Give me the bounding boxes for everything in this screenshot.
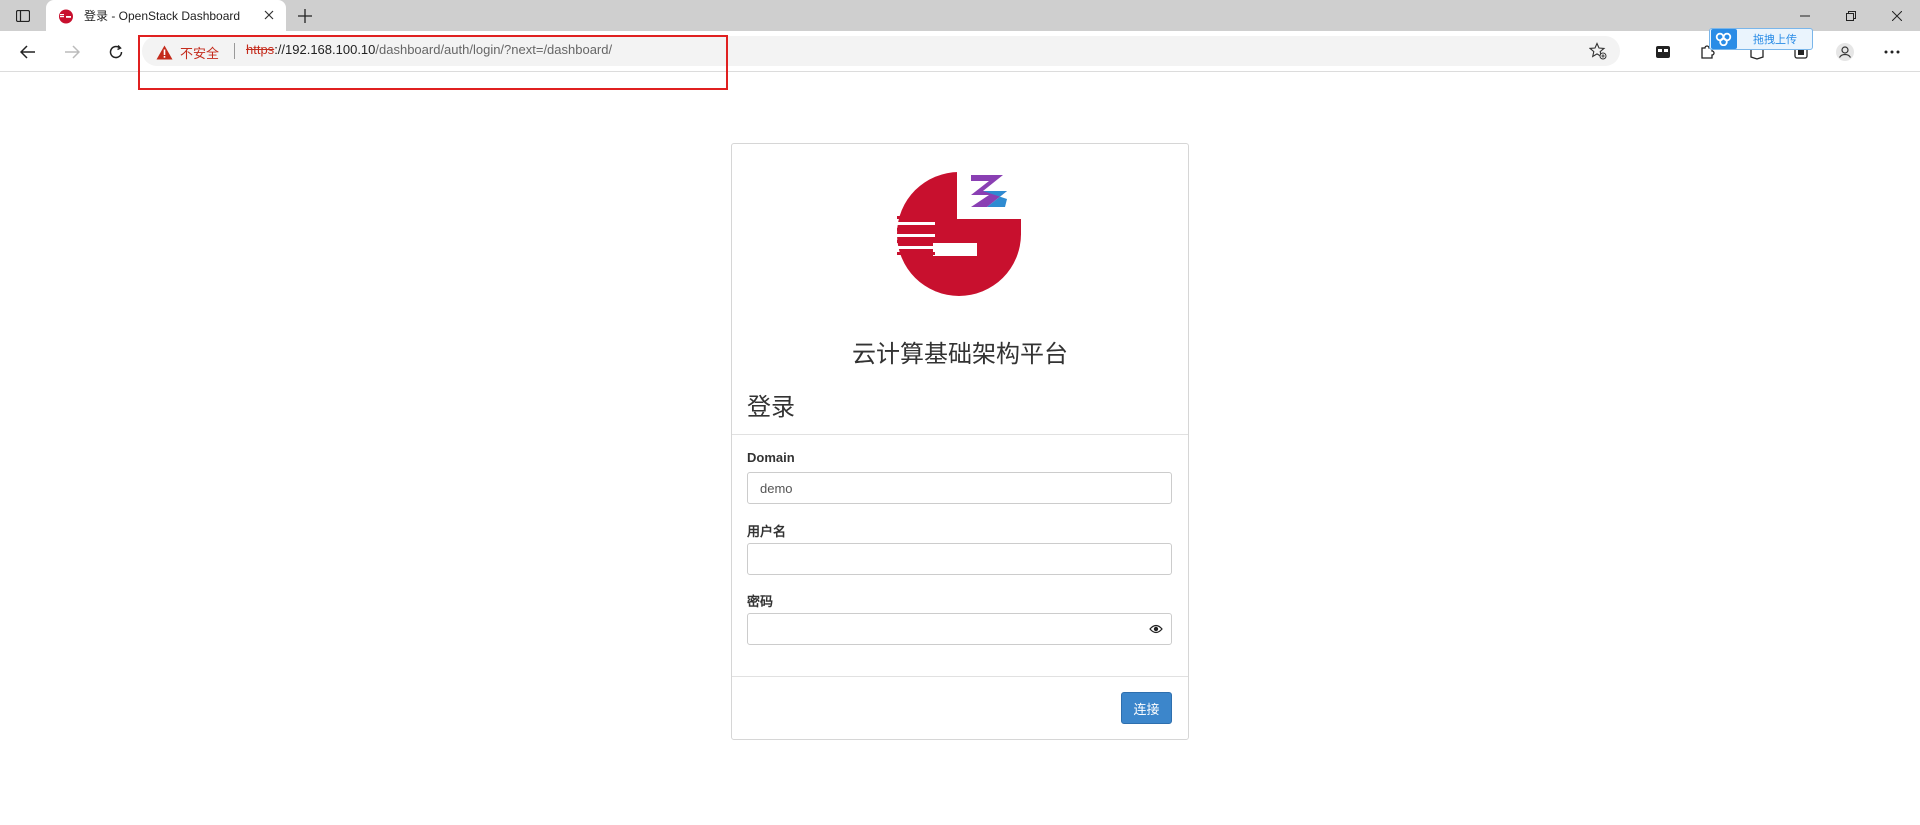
back-button[interactable] <box>16 40 40 64</box>
tab-actions-icon <box>16 10 30 22</box>
tab-strip: 登录 - OpenStack Dashboard <box>0 0 1920 31</box>
domain-input[interactable]: demo <box>747 472 1172 504</box>
password-label: 密码 <box>747 594 774 609</box>
close-icon <box>264 10 274 20</box>
collections-icon <box>1656 46 1670 58</box>
domain-value: demo <box>760 480 793 496</box>
refresh-button[interactable] <box>104 40 128 64</box>
cloud-icon <box>1711 29 1737 49</box>
drag-upload-widget[interactable]: 拖拽上传 <box>1709 28 1813 50</box>
add-favorite-button[interactable] <box>1588 41 1608 61</box>
favorite-star-icon <box>1589 42 1607 60</box>
new-tab-button[interactable] <box>294 5 316 27</box>
connect-button[interactable]: 连接 <box>1121 692 1172 724</box>
login-heading: 登录 <box>747 394 795 421</box>
drag-upload-label: 拖拽上传 <box>1753 34 1797 46</box>
username-label: 用户名 <box>747 524 787 539</box>
forward-arrow-icon <box>65 45 80 59</box>
restore-button[interactable] <box>1838 6 1864 26</box>
platform-title: 云计算基础架构平台 <box>852 341 1068 368</box>
profile-icon <box>1836 43 1854 61</box>
tab-close-button[interactable] <box>262 8 276 22</box>
platform-logo <box>897 169 1027 296</box>
username-input[interactable] <box>747 543 1172 575</box>
maximize-icon <box>1846 11 1856 21</box>
refresh-icon <box>109 44 123 59</box>
plus-icon <box>298 9 312 23</box>
more-icon <box>1884 50 1900 54</box>
more-button[interactable] <box>1880 40 1904 64</box>
forward-button[interactable] <box>60 40 84 64</box>
header-divider <box>732 434 1188 435</box>
back-arrow-icon <box>20 45 35 59</box>
openstack-favicon <box>59 9 73 23</box>
close-icon <box>1892 11 1902 21</box>
close-window-button[interactable] <box>1884 6 1910 26</box>
annotation-highlight-box <box>138 35 728 90</box>
tab-actions-button[interactable] <box>12 6 34 26</box>
password-input[interactable] <box>747 613 1172 645</box>
eye-icon[interactable] <box>1149 623 1163 635</box>
footer-divider <box>732 676 1188 677</box>
login-card: 云计算基础架构平台 登录 Domain demo 用户名 密码 连接 <box>731 143 1189 740</box>
profile-button[interactable] <box>1833 40 1857 64</box>
domain-label: Domain <box>747 450 795 465</box>
active-tab[interactable]: 登录 - OpenStack Dashboard <box>46 0 286 31</box>
minimize-button[interactable] <box>1792 6 1818 26</box>
collections-button[interactable] <box>1651 40 1675 64</box>
tab-title: 登录 - OpenStack Dashboard <box>84 9 241 23</box>
minimize-icon <box>1800 15 1810 17</box>
